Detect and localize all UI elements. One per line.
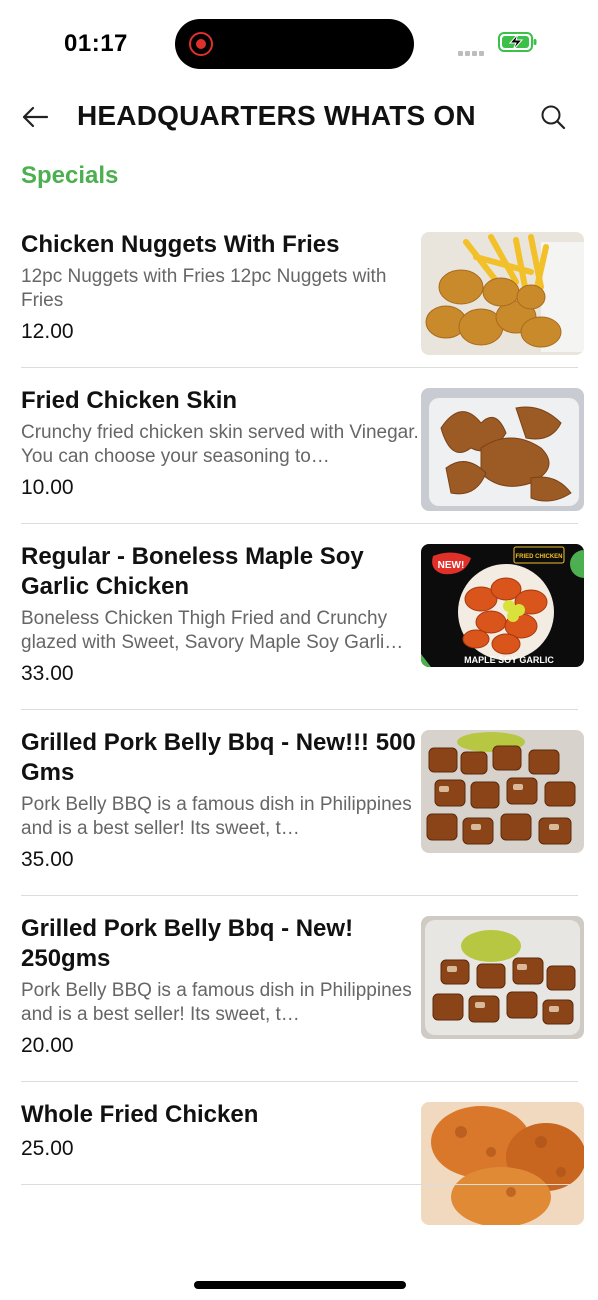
battery-charging-icon bbox=[498, 32, 537, 52]
app-header: HEADQUARTERS WHATS ON bbox=[0, 88, 598, 150]
image-caption: MAPLE SOY GARLIC bbox=[464, 655, 554, 665]
search-icon bbox=[541, 105, 566, 130]
item-image-maple-soy-garlic: NEW! FRIED CHICKEN MAPLE SOY GARLIC bbox=[421, 544, 584, 667]
menu-item-text: Whole Fried Chicken 25.00 bbox=[21, 1100, 419, 1162]
page-title: HEADQUARTERS WHATS ON bbox=[77, 100, 476, 131]
item-image-pork-belly-250 bbox=[421, 916, 584, 1039]
item-image-whole-chicken bbox=[421, 1102, 584, 1225]
dynamic-island bbox=[175, 19, 414, 69]
menu-item-text: Grilled Pork Belly Bbq - New!!! 500 Gms … bbox=[21, 728, 419, 873]
menu-item-description: Pork Belly BBQ is a famous dish in Phili… bbox=[21, 980, 412, 1025]
menu-item-text: Fried Chicken Skin Crunchy fried chicken… bbox=[21, 386, 419, 501]
menu-item[interactable]: Regular - Boneless Maple Soy Garlic Chic… bbox=[0, 523, 598, 710]
item-image-nuggets bbox=[421, 232, 584, 355]
menu-item-price: 12.00 bbox=[21, 320, 74, 343]
menu-list: Chicken Nuggets With Fries 12pc Nuggets … bbox=[0, 211, 598, 1225]
new-badge: NEW! bbox=[438, 560, 465, 571]
menu-item-price: 35.00 bbox=[21, 848, 74, 871]
record-icon bbox=[189, 32, 213, 56]
menu-item[interactable]: Grilled Pork Belly Bbq - New! 250gms Por… bbox=[0, 895, 598, 1082]
menu-item-name: Regular - Boneless Maple Soy Garlic Chic… bbox=[21, 543, 364, 600]
item-image-chicken-skin bbox=[421, 388, 584, 511]
menu-item-name: Fried Chicken Skin bbox=[21, 387, 238, 414]
home-indicator[interactable] bbox=[194, 1281, 406, 1289]
menu-item-price: 10.00 bbox=[21, 476, 74, 499]
menu-item-text: Chicken Nuggets With Fries 12pc Nuggets … bbox=[21, 230, 419, 345]
menu-item-description: 12pc Nuggets with Fries 12pc Nuggets wit… bbox=[21, 266, 387, 311]
menu-item-price: 25.00 bbox=[21, 1137, 74, 1160]
menu-item[interactable]: Grilled Pork Belly Bbq - New!!! 500 Gms … bbox=[0, 709, 598, 896]
menu-item-price: 33.00 bbox=[21, 662, 74, 685]
signal-icon bbox=[458, 43, 490, 56]
menu-item-description: Crunchy fried chicken skin served with V… bbox=[21, 422, 419, 467]
arrow-left-icon bbox=[22, 106, 49, 128]
menu-item-text: Regular - Boneless Maple Soy Garlic Chic… bbox=[21, 542, 419, 687]
menu-item[interactable]: Chicken Nuggets With Fries 12pc Nuggets … bbox=[0, 211, 598, 368]
back-button[interactable] bbox=[18, 100, 52, 134]
menu-item-name: Grilled Pork Belly Bbq - New! 250gms bbox=[21, 915, 354, 972]
menu-item-price: 20.00 bbox=[21, 1034, 74, 1057]
menu-item-name: Chicken Nuggets With Fries bbox=[21, 231, 340, 258]
item-image-pork-belly-500 bbox=[421, 730, 584, 853]
menu-item[interactable]: Whole Fried Chicken 25.00 bbox=[0, 1081, 598, 1225]
menu-item[interactable]: Fried Chicken Skin Crunchy fried chicken… bbox=[0, 367, 598, 524]
section-title-specials: Specials bbox=[21, 162, 119, 189]
menu-item-name: Grilled Pork Belly Bbq - New!!! 500 Gms bbox=[21, 729, 416, 786]
status-time: 01:17 bbox=[64, 30, 128, 57]
menu-item-name: Whole Fried Chicken bbox=[21, 1101, 259, 1128]
status-bar: 01:17 bbox=[0, 0, 598, 88]
menu-item-text: Grilled Pork Belly Bbq - New! 250gms Por… bbox=[21, 914, 419, 1059]
search-button[interactable] bbox=[536, 100, 570, 134]
menu-item-description: Boneless Chicken Thigh Fried and Crunchy… bbox=[21, 608, 404, 653]
menu-item-description: Pork Belly BBQ is a famous dish in Phili… bbox=[21, 794, 412, 839]
brand-label: FRIED CHICKEN bbox=[515, 554, 562, 560]
